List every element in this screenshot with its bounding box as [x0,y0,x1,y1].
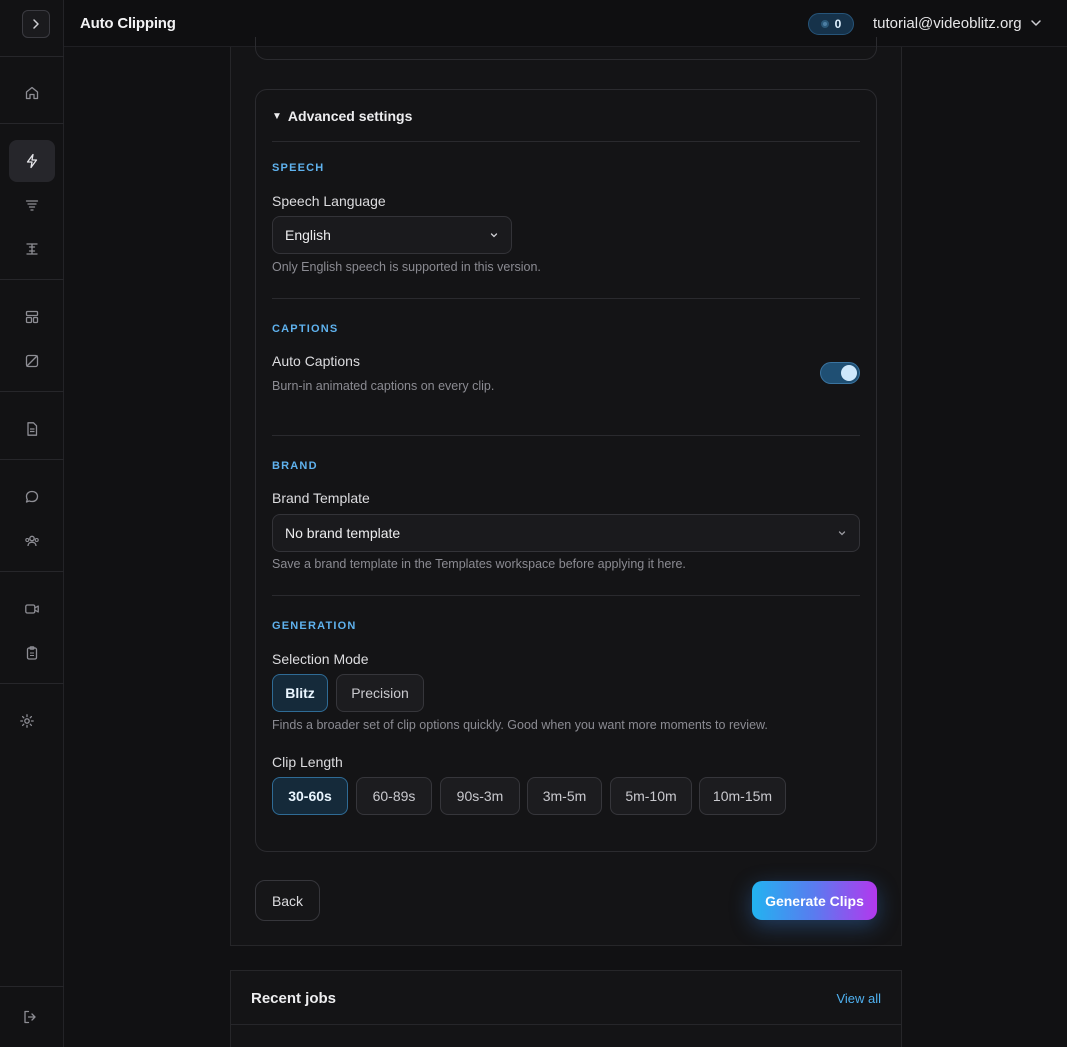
length-5m-10m-button[interactable]: 5m-10m [610,777,692,815]
lightning-icon [26,153,38,169]
divider [272,298,860,299]
divider [272,141,860,142]
video-icon [25,604,39,614]
sidebar-item-video[interactable] [9,588,55,630]
credits-icon [820,20,829,28]
split-icon [26,243,38,255]
back-button[interactable]: Back [255,880,320,921]
sidebar-item-split[interactable] [9,228,55,270]
section-speech: SPEECH [272,162,325,174]
previous-card-edge [255,37,877,60]
length-10m-15m-button[interactable]: 10m-15m [699,777,786,815]
credits-count: 0 [834,17,842,31]
chevron-down-icon [838,531,846,536]
speech-language-label: Speech Language [272,193,386,209]
logout-icon [24,1010,36,1024]
sidebar-divider [0,123,64,124]
divider [272,595,860,596]
auto-clipping-panel: ▼ Advanced settings SPEECH Speech Langua… [230,37,902,946]
sidebar-divider [0,683,64,684]
sidebar-divider [0,391,64,392]
sidebar-divider [0,986,64,987]
triangle-down-icon: ▼ [272,110,282,122]
sidebar-item-tasks[interactable] [9,632,55,674]
length-3m-5m-button[interactable]: 3m-5m [527,777,602,815]
length-60-89s-button[interactable]: 60-89s [356,777,432,815]
sidebar-divider [0,279,64,280]
sidebar-item-home[interactable] [9,72,55,114]
speech-language-value: English [285,227,331,243]
view-all-link[interactable]: View all [836,991,881,1006]
section-generation: GENERATION [272,620,357,632]
sidebar-item-settings[interactable] [4,700,50,742]
sidebar-item-logout[interactable] [17,996,63,1038]
divider [272,435,860,436]
selection-mode-hint: Finds a broader set of clip options quic… [272,718,768,732]
chevron-down-icon [490,233,498,238]
document-icon [27,422,38,436]
section-brand: BRAND [272,460,318,472]
sidebar-item-auto-clipping[interactable] [9,140,55,182]
speech-language-hint: Only English speech is supported in this… [272,260,541,274]
clipboard-icon [26,646,38,660]
gear-icon [20,714,34,728]
sidebar-item-documents[interactable] [9,408,55,450]
sidebar-divider [0,459,64,460]
chat-icon [25,490,39,503]
advanced-settings-title: Advanced settings [287,108,413,124]
users-icon [25,535,39,547]
brand-template-label: Brand Template [272,490,370,506]
sidebar-item-filter[interactable] [9,184,55,226]
filter-icon [25,200,39,211]
toggle-knob [841,365,857,381]
template-icon [25,354,39,368]
sidebar [0,0,64,1047]
mode-precision-button[interactable]: Precision [336,674,424,712]
recent-jobs-title: Recent jobs [251,990,337,1007]
home-icon [25,86,39,100]
sidebar-item-team[interactable] [9,520,55,562]
layout-icon [25,310,39,324]
generate-clips-button[interactable]: Generate Clips [752,881,877,920]
sidebar-item-chat[interactable] [9,476,55,518]
sidebar-toggle-button[interactable] [22,10,50,38]
auto-captions-label: Auto Captions [272,353,360,369]
credits-badge[interactable]: 0 [808,13,854,35]
mode-blitz-button[interactable]: Blitz [272,674,328,712]
auto-captions-toggle[interactable] [820,362,860,384]
auto-captions-hint: Burn-in animated captions on every clip. [272,379,495,393]
length-90s-3m-button[interactable]: 90s-3m [440,777,520,815]
speech-language-select[interactable]: English [272,216,512,254]
selection-mode-label: Selection Mode [272,651,369,667]
sidebar-item-layout[interactable] [9,296,55,338]
sidebar-divider [0,56,64,57]
brand-template-value: No brand template [285,525,401,541]
chevron-down-icon[interactable] [1030,17,1042,29]
user-menu-email[interactable]: tutorial@videoblitz.org [873,15,1022,32]
brand-template-select[interactable]: No brand template [272,514,860,552]
divider [231,1024,901,1025]
advanced-settings-toggle[interactable]: ▼ Advanced settings [272,108,412,124]
length-30-60s-button[interactable]: 30-60s [272,777,348,815]
sidebar-divider [0,571,64,572]
section-captions: CAPTIONS [272,323,339,335]
page-title: Auto Clipping [80,15,176,32]
recent-jobs-card: Recent jobs View all [230,970,902,1047]
clip-length-label: Clip Length [272,754,343,770]
brand-template-hint: Save a brand template in the Templates w… [272,557,686,571]
sidebar-item-templates[interactable] [9,340,55,382]
advanced-settings-card: ▼ Advanced settings SPEECH Speech Langua… [255,89,877,852]
chevron-right-icon [33,19,39,29]
